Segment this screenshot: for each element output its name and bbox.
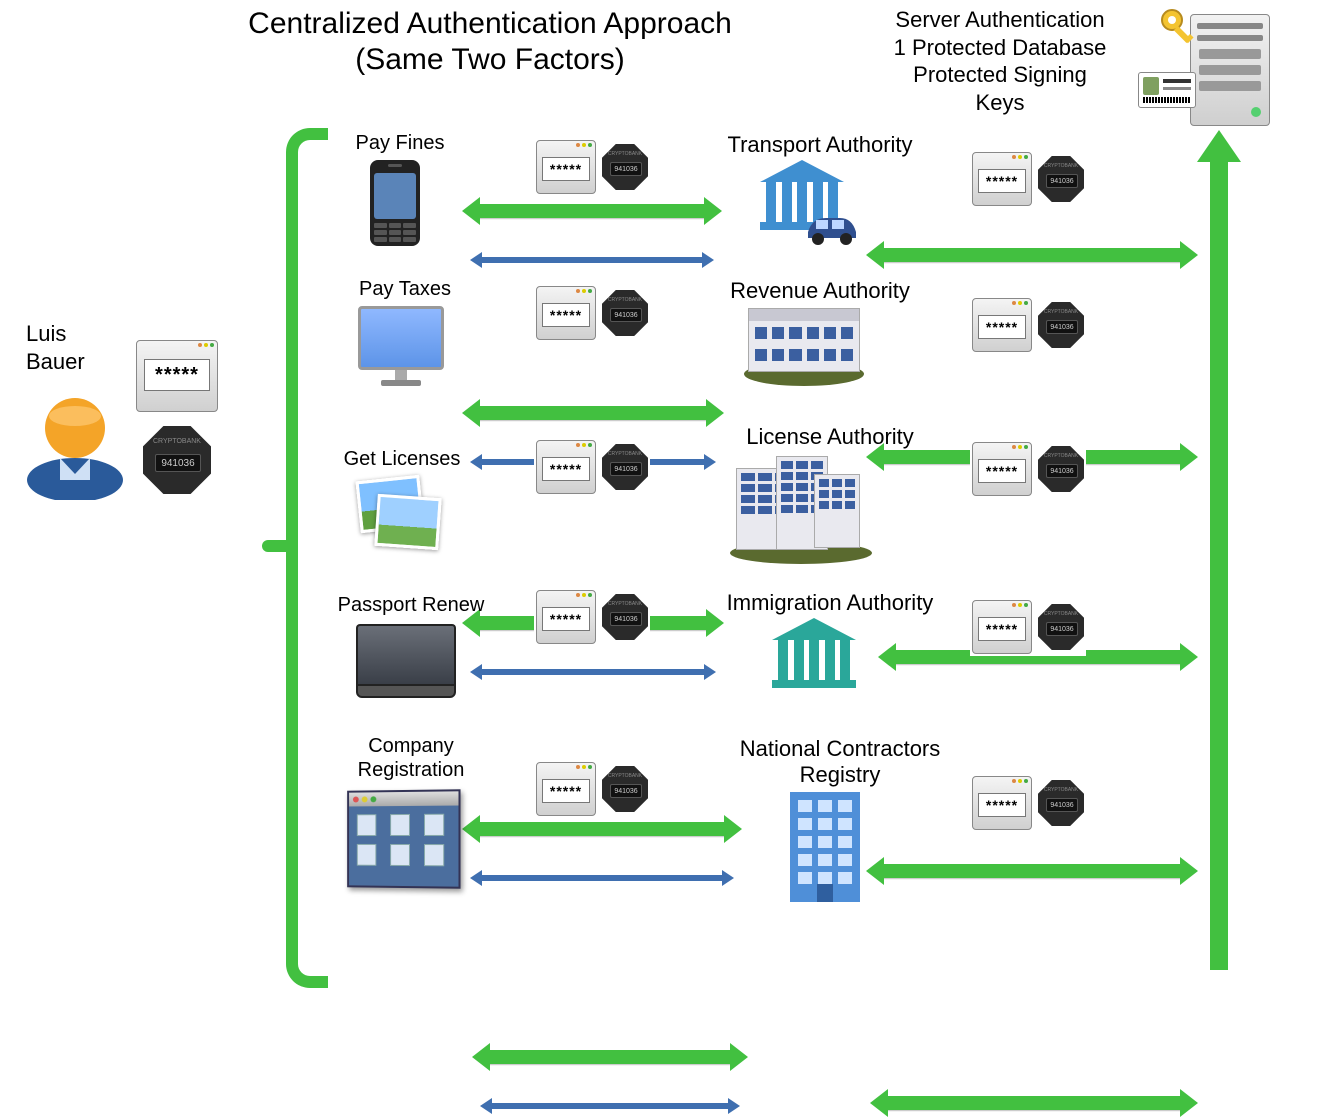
auth-factors: ***** CRYPTOBANK941036 (970, 440, 1086, 498)
auth-factors: ***** CRYPTOBANK941036 (534, 284, 650, 342)
security-token-icon: CRYPTOBANK941036 (602, 594, 648, 640)
authority-label: National Contractors Registry (720, 736, 960, 789)
office-building-icon (744, 308, 864, 386)
security-token-icon: CRYPTOBANK941036 (602, 444, 648, 490)
double-arrow-blue-icon (470, 872, 734, 884)
car-icon (802, 208, 862, 248)
authority-label: Transport Authority (710, 132, 930, 158)
user-avatar-icon (20, 380, 130, 500)
user-name: Luis Bauer (26, 320, 85, 375)
bracket-icon (286, 128, 328, 988)
security-token-icon: CRYPTOBANK941036 (1038, 446, 1084, 492)
smartphone-icon (370, 160, 420, 246)
action-label: Pay Taxes (330, 278, 480, 301)
authority-label: Revenue Authority (710, 278, 930, 304)
action-label: Company Registration (336, 734, 486, 782)
authority-label: Immigration Authority (710, 590, 950, 616)
double-arrow-green-icon (462, 818, 742, 840)
key-icon (1158, 6, 1202, 50)
photos-icon (358, 478, 438, 548)
double-arrow-green-icon (462, 402, 724, 424)
id-card-icon (1138, 72, 1196, 108)
bracket-nub-icon (262, 540, 290, 552)
double-arrow-blue-icon (480, 1100, 740, 1112)
security-token-icon: CRYPTOBANK941036 (602, 290, 648, 336)
title-line2: (Same Two Factors) (230, 42, 750, 78)
security-token-icon: CRYPTOBANK941036 (1038, 156, 1084, 202)
server-icon (1190, 14, 1270, 126)
government-building-icon (772, 618, 856, 688)
auth-factors: ***** CRYPTOBANK941036 (534, 588, 650, 646)
up-arrow-icon (1197, 130, 1241, 970)
password-field-icon: ***** (972, 152, 1032, 206)
password-field-icon: ***** (536, 440, 596, 494)
password-field-icon: ***** (136, 340, 218, 412)
double-arrow-green-icon (462, 200, 722, 222)
authority-label: License Authority (720, 424, 940, 450)
password-field-icon: ***** (972, 776, 1032, 830)
security-token-icon: CRYPTOBANK941036 (1038, 302, 1084, 348)
double-arrow-green-icon (866, 244, 1198, 266)
double-arrow-green-icon (866, 860, 1198, 882)
diagram-title: Centralized Authentication Approach (Sam… (230, 6, 750, 78)
double-arrow-green-icon (472, 1046, 748, 1068)
password-field-icon: ***** (536, 140, 596, 194)
user-auth-factors: ***** CRYPTOBANK 941036 (134, 338, 220, 496)
server-caption: Server Authentication 1 Protected Databa… (850, 6, 1150, 116)
auth-factors: ***** CRYPTOBANK941036 (970, 150, 1086, 208)
application-window-icon (346, 790, 460, 888)
title-line1: Centralized Authentication Approach (230, 6, 750, 42)
auth-factors: ***** CRYPTOBANK941036 (970, 296, 1086, 354)
tower-building-icon (790, 792, 860, 902)
double-arrow-blue-icon (470, 254, 714, 266)
action-label: Get Licenses (322, 448, 482, 471)
action-label: Pay Fines (330, 132, 470, 155)
city-buildings-icon (736, 450, 866, 560)
double-arrow-green-icon (870, 1092, 1198, 1114)
security-token-icon: CRYPTOBANK941036 (1038, 604, 1084, 650)
monitor-icon (358, 306, 444, 386)
action-label: Passport Renew (316, 594, 506, 617)
security-token-icon: CRYPTOBANK 941036 (143, 426, 211, 494)
password-field-icon: ***** (972, 600, 1032, 654)
auth-factors: ***** CRYPTOBANK941036 (534, 138, 650, 196)
password-field-icon: ***** (972, 298, 1032, 352)
auth-factors: ***** CRYPTOBANK941036 (970, 774, 1086, 832)
auth-factors: ***** CRYPTOBANK941036 (970, 598, 1086, 656)
security-token-icon: CRYPTOBANK941036 (602, 144, 648, 190)
security-token-icon: CRYPTOBANK941036 (1038, 780, 1084, 826)
password-field-icon: ***** (972, 442, 1032, 496)
security-token-icon: CRYPTOBANK941036 (602, 766, 648, 812)
password-field-icon: ***** (536, 762, 596, 816)
auth-factors: ***** CRYPTOBANK941036 (534, 438, 650, 496)
auth-factors: ***** CRYPTOBANK941036 (534, 760, 650, 818)
password-field-icon: ***** (536, 286, 596, 340)
laptop-icon (356, 624, 456, 698)
password-field-icon: ***** (536, 590, 596, 644)
double-arrow-blue-icon (470, 666, 716, 678)
